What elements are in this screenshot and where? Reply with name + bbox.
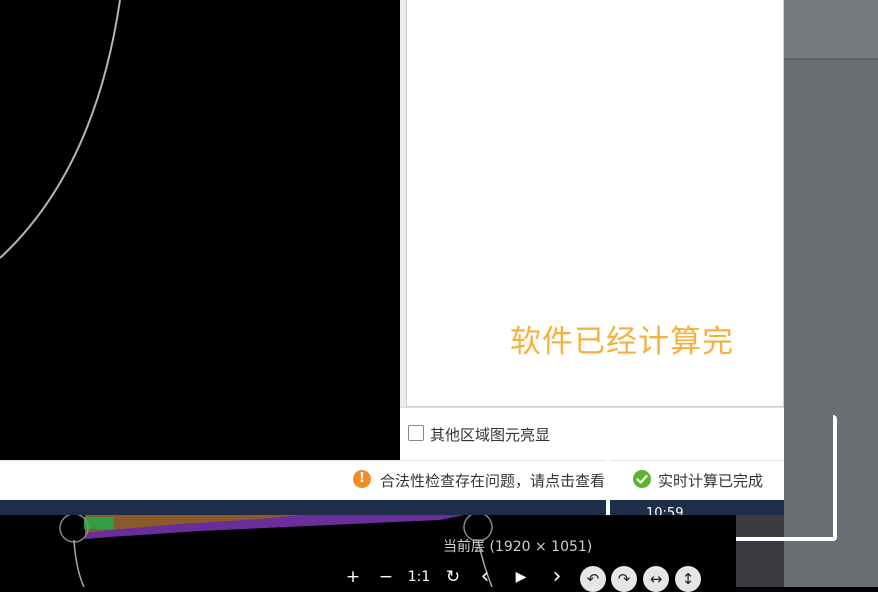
refresh-button[interactable]: ↻	[442, 566, 464, 588]
current-layer-label: 当前层 (1920 × 1051)	[443, 539, 593, 555]
fit-height-button[interactable]: ↕	[675, 566, 701, 592]
prev-button[interactable]: ‹	[474, 566, 496, 588]
cad-canvas[interactable]	[0, 0, 400, 460]
zoom-out-button[interactable]: −	[375, 566, 397, 588]
background-divider	[784, 58, 878, 60]
background-gray-top	[784, 0, 878, 58]
highlight-other-label[interactable]: 其他区域图元亮显	[430, 424, 550, 445]
cad-drawing	[0, 0, 121, 259]
thumbnail-curve-left	[73, 539, 85, 588]
thumbnail-circle-left	[59, 513, 89, 543]
highlight-other-checkbox[interactable]	[408, 425, 424, 441]
validity-warning-link[interactable]: 合法性检查存在问题，请点击查看	[380, 470, 605, 491]
cad-arc-line	[0, 0, 121, 259]
zoom-in-button[interactable]: +	[342, 566, 364, 588]
warning-icon[interactable]: !	[353, 470, 371, 488]
next-button[interactable]: ›	[546, 566, 568, 588]
actual-size-button[interactable]: 1:1	[405, 566, 433, 588]
rotate-right-button[interactable]: ↷	[611, 566, 637, 592]
play-button[interactable]: ▶	[510, 566, 532, 588]
overlay-caption: 软件已经计算完	[510, 324, 734, 360]
fit-width-button[interactable]: ↔	[643, 566, 669, 592]
rotate-left-button[interactable]: ↶	[580, 566, 606, 592]
